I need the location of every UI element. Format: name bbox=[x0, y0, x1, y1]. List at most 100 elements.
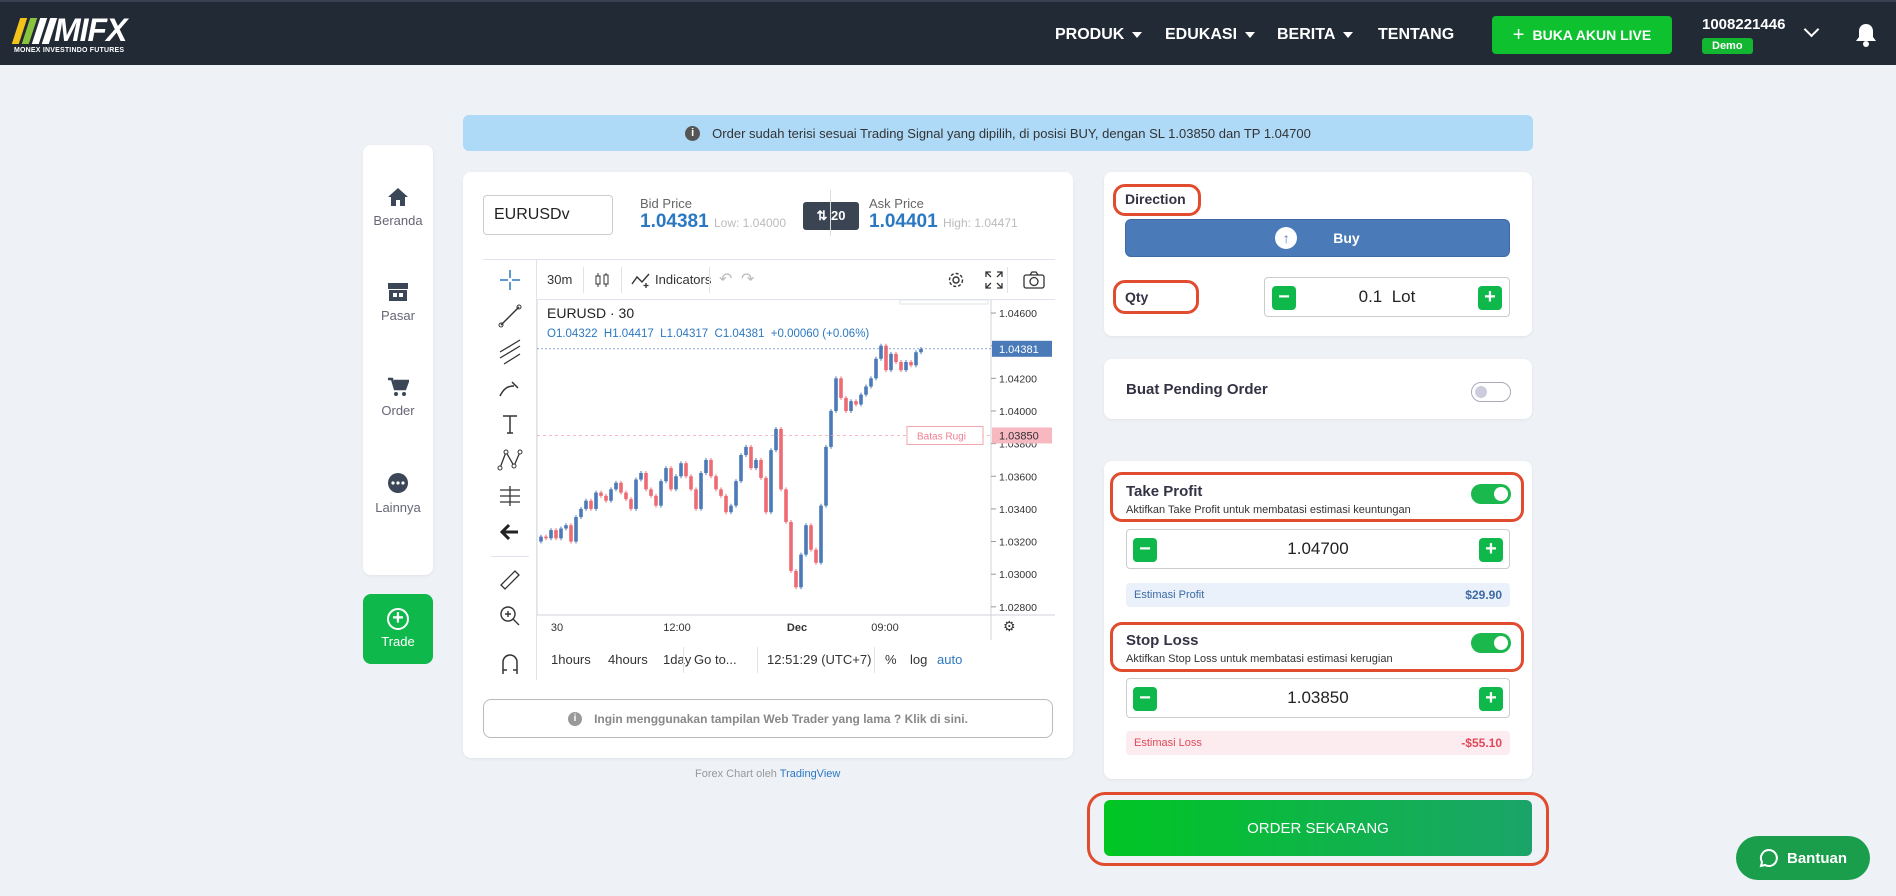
tradingview-chart[interactable]: 30m Indicators ↶ ↷ 1.046001.044001.04200… bbox=[483, 259, 1055, 680]
take-profit-toggle[interactable] bbox=[1471, 484, 1511, 504]
range-1day[interactable]: 1day bbox=[663, 640, 691, 680]
candle-body bbox=[639, 473, 643, 480]
candle-body bbox=[894, 353, 898, 363]
candle-body bbox=[789, 521, 793, 571]
open-live-account-button[interactable]: + BUKA AKUN LIVE bbox=[1492, 16, 1672, 54]
mifx-logo[interactable]: MIFX MONEX INVESTINDO FUTURES bbox=[11, 14, 144, 54]
candle-body bbox=[784, 489, 788, 522]
symbol-selector[interactable]: EURUSDv bbox=[483, 195, 613, 235]
interval-button[interactable]: 30m bbox=[547, 260, 572, 300]
candle-body bbox=[779, 428, 783, 490]
old-webtrader-link[interactable]: i Ingin menggunakan tampilan Web Trader … bbox=[483, 699, 1053, 738]
account-number[interactable]: 1008221446 bbox=[1702, 16, 1785, 33]
candle-body bbox=[739, 455, 743, 482]
trend-line-icon[interactable] bbox=[496, 302, 524, 330]
zoom-in-icon[interactable] bbox=[496, 602, 524, 630]
stop-loss-value[interactable]: 1.03850 bbox=[1127, 679, 1509, 717]
arrow-left-icon[interactable] bbox=[496, 518, 524, 546]
screenshot-camera-icon[interactable] bbox=[1023, 271, 1045, 289]
candle-body bbox=[594, 492, 598, 509]
candle-body bbox=[694, 489, 698, 509]
nav-produk[interactable]: PRODUK bbox=[1055, 2, 1143, 67]
candle-body bbox=[839, 378, 843, 398]
candle-body bbox=[559, 528, 563, 539]
axis-settings-icon[interactable]: ⚙ bbox=[1003, 618, 1016, 634]
sidebar-item-order[interactable]: Order bbox=[363, 377, 433, 418]
settings-gear-icon[interactable] bbox=[946, 270, 966, 290]
candle-body bbox=[729, 505, 733, 513]
price-plot[interactable]: 1.046001.044001.042001.040001.038001.036… bbox=[537, 300, 1055, 640]
estimated-profit-row: Estimasi Profit $29.90 bbox=[1126, 583, 1510, 607]
sidebar-item-beranda[interactable]: Beranda bbox=[363, 187, 433, 228]
divider bbox=[830, 190, 831, 236]
candle-body bbox=[669, 468, 673, 490]
qty-increase-button[interactable]: + bbox=[1478, 286, 1502, 310]
candle-body bbox=[704, 459, 708, 474]
magnet-icon[interactable] bbox=[496, 650, 524, 678]
text-tool-icon[interactable] bbox=[496, 410, 524, 438]
sl-increase-button[interactable]: + bbox=[1479, 687, 1503, 711]
pending-order-toggle[interactable] bbox=[1471, 382, 1511, 402]
nav-tentang[interactable]: TENTANG bbox=[1378, 2, 1454, 67]
qty-value[interactable]: 0.1 bbox=[1359, 287, 1383, 306]
pending-order-label: Buat Pending Order bbox=[1126, 381, 1268, 398]
pattern-tool-icon[interactable] bbox=[496, 446, 524, 474]
candle-body bbox=[714, 476, 718, 490]
estimated-profit-label: Estimasi Profit bbox=[1134, 589, 1205, 601]
notification-bell-icon[interactable] bbox=[1855, 22, 1877, 48]
candle-body bbox=[724, 495, 728, 513]
y-tick-label: 1.04200 bbox=[999, 373, 1037, 385]
estimated-loss-row: Estimasi Loss -$55.10 bbox=[1126, 731, 1510, 755]
range-4hours[interactable]: 4hours bbox=[608, 640, 648, 680]
tp-increase-button[interactable]: + bbox=[1479, 538, 1503, 562]
ask-price-block: Ask Price 1.04401 High: 1.04471 bbox=[869, 196, 1018, 233]
x-tick-label: 12:00 bbox=[663, 622, 691, 634]
candle-body bbox=[859, 394, 863, 405]
nav-edukasi[interactable]: EDUKASI bbox=[1165, 2, 1256, 67]
undo-icon[interactable]: ↶ bbox=[719, 260, 732, 300]
help-chat-button[interactable]: Bantuan bbox=[1736, 836, 1870, 880]
measure-tool-icon[interactable] bbox=[496, 482, 524, 510]
brush-icon[interactable] bbox=[496, 374, 524, 402]
stop-loss-toggle[interactable] bbox=[1471, 633, 1511, 653]
candle-body bbox=[569, 525, 573, 542]
estimated-loss-label: Estimasi Loss bbox=[1134, 737, 1202, 749]
percent-scale-button[interactable]: % bbox=[885, 640, 897, 680]
nav-berita[interactable]: BERITA bbox=[1277, 2, 1354, 67]
fullscreen-icon[interactable] bbox=[985, 271, 1003, 289]
goto-button[interactable]: Go to... bbox=[694, 640, 737, 680]
take-profit-value[interactable]: 1.04700 bbox=[1127, 530, 1509, 568]
range-1hours[interactable]: 1hours bbox=[551, 640, 591, 680]
x-tick-label: 30 bbox=[551, 622, 563, 634]
candle-body bbox=[619, 482, 623, 493]
order-now-button[interactable]: ORDER SEKARANG bbox=[1104, 800, 1532, 856]
sidebar-item-lainnya[interactable]: Lainnya bbox=[363, 472, 433, 515]
crosshair-icon[interactable] bbox=[496, 266, 524, 294]
redo-icon[interactable]: ↷ bbox=[741, 260, 754, 300]
ruler-icon[interactable] bbox=[496, 566, 524, 594]
chart-card: EURUSDv Bid Price 1.04381 Low: 1.04000 ⇅… bbox=[463, 172, 1073, 758]
log-scale-button[interactable]: log bbox=[910, 640, 927, 680]
sidebar-item-pasar[interactable]: Pasar bbox=[363, 282, 433, 323]
auto-scale-button[interactable]: auto bbox=[937, 640, 962, 680]
chart-top-toolbar: 30m Indicators ↶ ↷ bbox=[537, 260, 1055, 300]
last-price-tag-text: 1.04381 bbox=[999, 344, 1039, 356]
buy-direction-button[interactable]: ↑ Buy bbox=[1125, 219, 1510, 257]
tradingview-link[interactable]: TradingView bbox=[780, 768, 841, 780]
estimated-profit-value: $29.90 bbox=[1465, 588, 1502, 602]
account-dropdown-chevron-icon[interactable] bbox=[1803, 21, 1820, 38]
candle-body bbox=[664, 468, 668, 482]
candle-body bbox=[829, 410, 833, 447]
candle-type-icon[interactable] bbox=[595, 272, 609, 288]
candle-body bbox=[759, 459, 763, 478]
direction-highlight bbox=[1113, 184, 1201, 216]
candle-body bbox=[909, 362, 913, 366]
candle-body bbox=[629, 499, 633, 509]
fib-tool-icon[interactable] bbox=[496, 338, 524, 366]
chart-credit: Forex Chart oleh TradingView bbox=[695, 768, 841, 780]
trade-button[interactable]: + Trade bbox=[363, 594, 433, 664]
bid-price-block: Bid Price 1.04381 Low: 1.04000 bbox=[640, 196, 786, 233]
candle-body bbox=[549, 530, 553, 539]
candle-body bbox=[634, 479, 638, 509]
indicators-button[interactable]: Indicators bbox=[655, 260, 711, 300]
